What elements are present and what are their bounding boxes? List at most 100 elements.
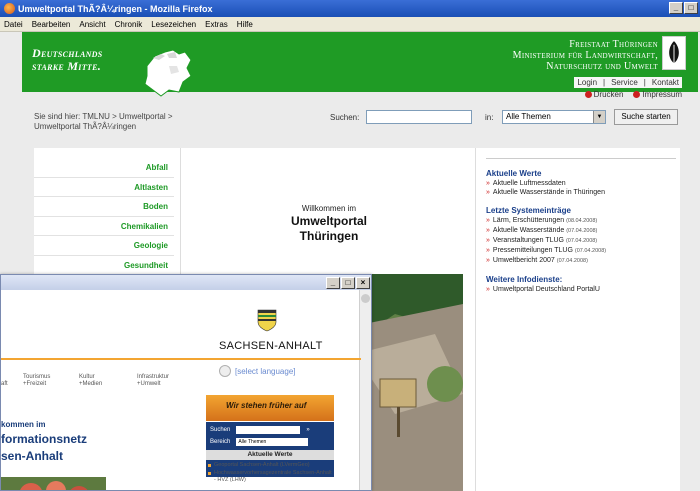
welcome-small: Willkommen im <box>301 204 357 213</box>
link-text: Lärm, Erschütterungen <box>492 217 565 224</box>
ministry-line2: Ministerium für Landwirtschaft, <box>512 50 658 61</box>
list-item[interactable]: Geoportal Sachsen-Anhalt (LVermGeo) <box>206 462 334 469</box>
window-titlebar: Umweltportal ThÃ?Â¼ringen - Mozilla Fire… <box>0 0 700 17</box>
link-text: Umweltbericht 2007 <box>492 257 555 264</box>
nav-sublabel: +Medien <box>79 381 103 387</box>
chevron-down-icon: ▼ <box>593 111 605 123</box>
top-links: Login | Service | Kontakt <box>574 77 682 88</box>
close-button[interactable]: × <box>356 277 370 289</box>
list-item[interactable]: Lärm, Erschütterungen (08.04.2008) <box>486 216 676 226</box>
scroll-thumb[interactable] <box>361 294 370 303</box>
slogan: Deutschlands starke Mitte. <box>32 47 103 73</box>
search-input[interactable] <box>366 110 472 124</box>
left-nav: Abfall Altlasten Boden Chemikalien Geolo… <box>34 158 174 275</box>
state-name: SACHSEN-ANHALT <box>219 340 323 352</box>
print-link[interactable]: Drucken <box>584 90 624 99</box>
theme-select-value: Alle Themen <box>506 112 551 121</box>
info-services-section: Weitere Infodienste: Umweltportal Deutsc… <box>486 275 676 294</box>
list-item[interactable]: Hochwasservorhersagezentrale Sachsen-Anh… <box>206 470 334 484</box>
nav-item-geologie[interactable]: Geologie <box>34 236 174 256</box>
nav-item-boden[interactable]: Boden <box>34 197 174 217</box>
list-item[interactable]: Veranstaltungen TLUG (07.04.2008) <box>486 236 676 246</box>
utility-links: Drucken Impressum <box>584 90 682 99</box>
ministry-line3: Naturschutz und Umwelt <box>546 61 658 72</box>
minimize-button[interactable]: _ <box>669 2 683 14</box>
search-go-icon[interactable]: » <box>306 427 309 433</box>
menu-lesezeichen[interactable]: Lesezeichen <box>151 20 196 29</box>
menu-datei[interactable]: Datei <box>4 20 23 29</box>
globe-icon <box>219 365 231 377</box>
contact-link[interactable]: Kontakt <box>652 78 679 87</box>
minimize-button[interactable]: _ <box>326 277 340 289</box>
area-select[interactable]: Alle Themen <box>236 438 309 446</box>
nav-sublabel: +Freizeit <box>23 381 47 387</box>
entry-date: (07.04.2008) <box>565 238 598 244</box>
menu-bar: Datei Bearbeiten Ansicht Chronik Lesezei… <box>0 17 700 32</box>
promo-banner[interactable]: Wir stehen früher auf <box>206 395 334 421</box>
search-input[interactable] <box>236 426 301 434</box>
link-text: Umweltportal Deutschland PortalU <box>492 286 600 293</box>
login-link[interactable]: Login <box>577 78 597 87</box>
ministry-logo <box>662 36 686 70</box>
menu-chronik[interactable]: Chronik <box>115 20 143 29</box>
menu-bearbeiten[interactable]: Bearbeiten <box>32 20 71 29</box>
entry-date: (08.04.2008) <box>566 218 598 224</box>
link-text: Pressemitteilungen TLUG <box>492 247 573 254</box>
welcome-title: Umweltportal Thüringen <box>181 214 477 244</box>
nav-item-kultur[interactable]: Kultur +Medien <box>79 374 102 388</box>
imprint-label: Impressum <box>642 90 682 99</box>
link-text: Aktuelle Wasserstände in Thüringen <box>492 189 605 196</box>
in-label: in: <box>485 113 494 122</box>
list-item[interactable]: Pressemitteilungen TLUG (07.04.2008) <box>486 246 676 256</box>
breadcrumb-line1[interactable]: Sie sind hier: TMLNU > Umweltportal > <box>34 112 204 122</box>
menu-extras[interactable]: Extras <box>205 20 228 29</box>
menu-hilfe[interactable]: Hilfe <box>237 20 253 29</box>
right-column: Aktuelle Werte Aktuelle Luftmessdaten Ak… <box>486 158 676 303</box>
nav-label: Infrastruktur <box>137 374 170 380</box>
nav-item-tourismus[interactable]: Tourismus +Freizeit <box>23 374 50 388</box>
theme-select[interactable]: Alle Themen ▼ <box>502 110 606 124</box>
welcome-line2: Thüringen <box>299 229 359 243</box>
list-item[interactable]: Umweltportal Deutschland PortalU <box>486 285 676 294</box>
entry-date: (07.04.2008) <box>566 228 598 234</box>
sa-heading-line2: sen-Anhalt <box>1 449 64 463</box>
entry-date: (07.04.2008) <box>574 248 607 254</box>
flower-photo <box>1 477 106 490</box>
breadcrumb-line2: Umweltportal ThÃ?Â¼ringen <box>34 122 137 131</box>
firefox-icon <box>4 3 15 14</box>
sa-welcome: kommen im <box>1 420 46 429</box>
nav-item-altlasten[interactable]: Altlasten <box>34 178 174 197</box>
window-title: Umweltportal ThÃ?Â¼ringen - Mozilla Fire… <box>18 3 213 14</box>
list-item[interactable]: Aktuelle Wasserstände (07.04.2008) <box>486 226 676 236</box>
leaf-icon <box>669 41 679 65</box>
list-item[interactable]: Umweltbericht 2007 (07.04.2008) <box>486 256 676 266</box>
coat-of-arms-icon <box>257 309 277 332</box>
nav-item-infrastruktur[interactable]: Infrastruktur +Umwelt <box>137 374 169 388</box>
search-label: Suchen: <box>330 113 360 122</box>
nav-item-gesundheit[interactable]: Gesundheit <box>34 256 174 275</box>
entry-date: (07.04.2008) <box>556 258 588 264</box>
section-title: Letzte Systemeinträge <box>486 206 571 215</box>
imprint-link[interactable]: Impressum <box>633 90 682 99</box>
menu-ansicht[interactable]: Ansicht <box>79 20 105 29</box>
nav-item-chemikalien[interactable]: Chemikalien <box>34 217 174 236</box>
nav-sublabel: +Umwelt <box>137 381 161 387</box>
nav-item-abfall[interactable]: Abfall <box>34 158 174 178</box>
nav-item[interactable]: aft <box>1 381 8 388</box>
maximize-button[interactable]: □ <box>684 2 698 14</box>
print-label: Drucken <box>593 90 624 99</box>
search-button[interactable]: Suche starten <box>614 109 678 125</box>
nav-label: Tourismus <box>23 374 51 380</box>
list-item[interactable]: Aktuelle Wasserstände in Thüringen <box>486 188 676 197</box>
language-label: [select language] <box>235 366 296 376</box>
current-values-section: Aktuelle Werte Aktuelle Luftmessdaten Ak… <box>486 169 676 197</box>
ministry-line1: Freistaat Thüringen <box>569 39 658 50</box>
service-link[interactable]: Service <box>611 78 638 87</box>
link-text: Aktuelle Wasserstände <box>492 227 565 234</box>
sachsen-anhalt-window: _ □ × SACHSEN-ANHALT [select language] a… <box>0 274 372 491</box>
language-select[interactable]: [select language] <box>219 365 296 377</box>
news-list: Geoportal Sachsen-Anhalt (LVermGeo) Hoch… <box>206 462 334 485</box>
maximize-button[interactable]: □ <box>341 277 355 289</box>
area-label: Bereich <box>210 439 231 445</box>
list-item[interactable]: Aktuelle Luftmessdaten <box>486 179 676 188</box>
